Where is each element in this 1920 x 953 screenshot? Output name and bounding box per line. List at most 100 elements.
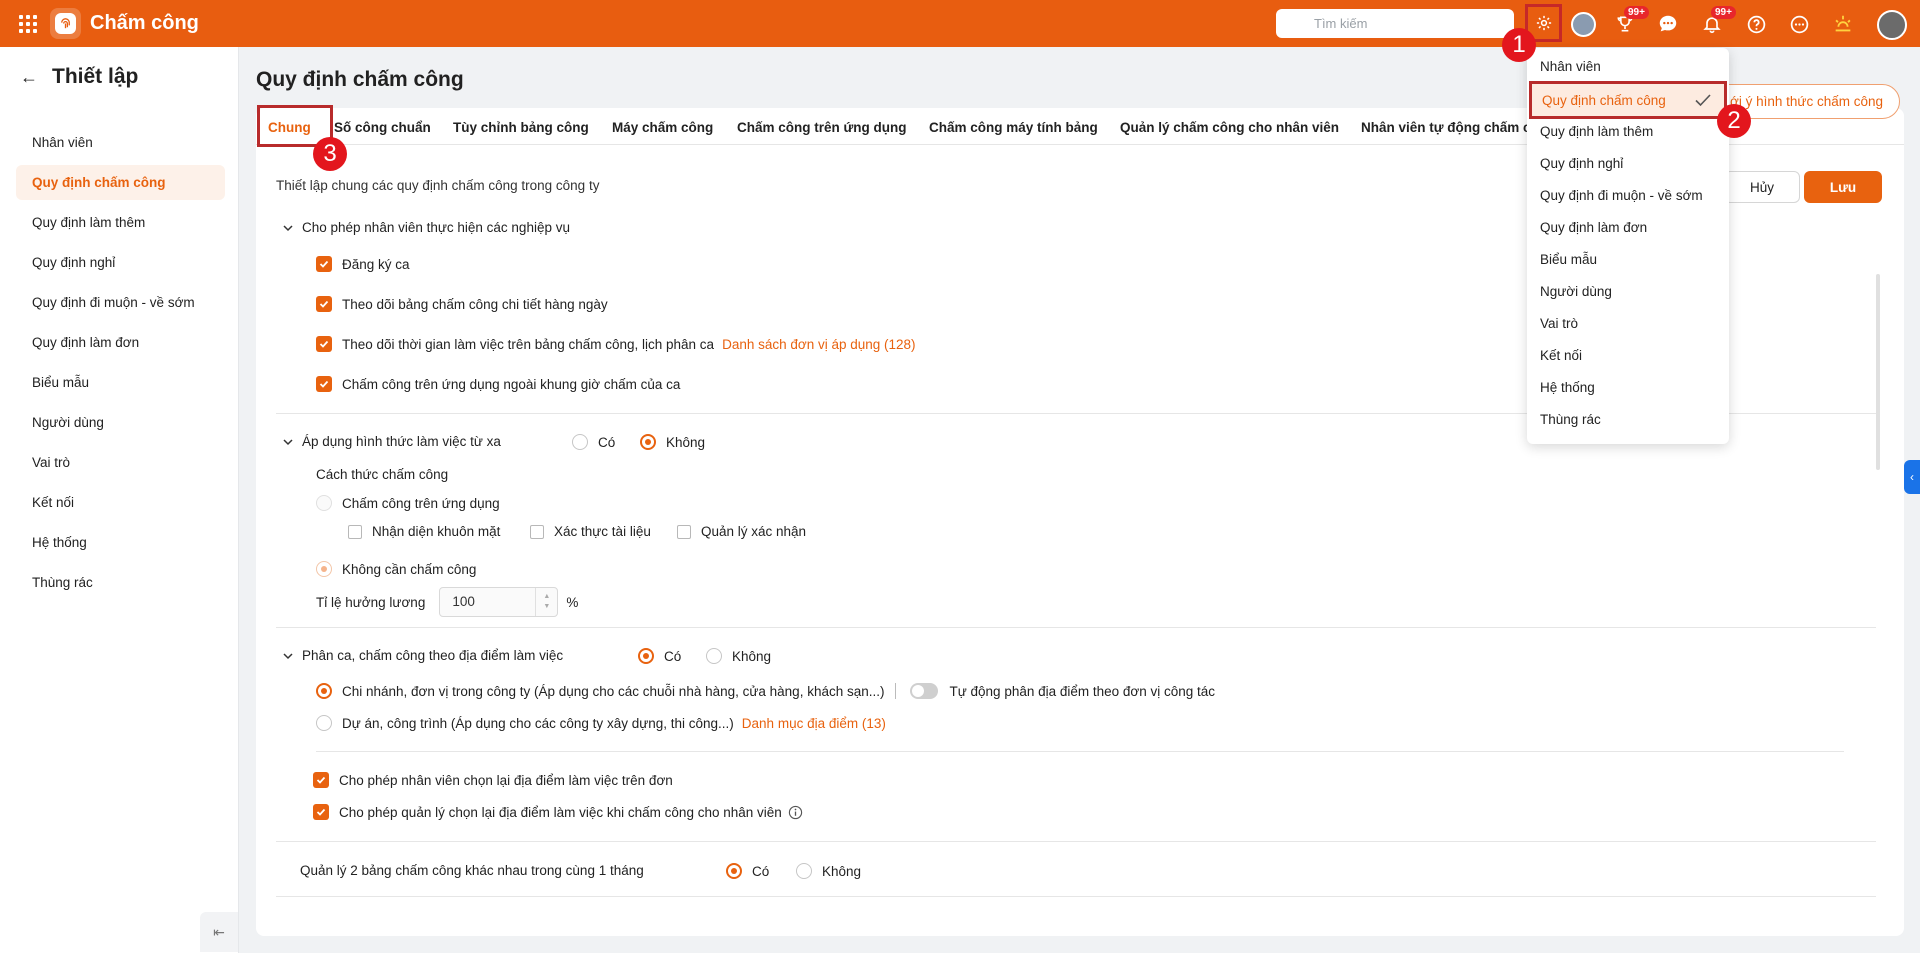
sidebar-item-roles[interactable]: Vai trò bbox=[16, 445, 225, 480]
tab-attendance-machine[interactable]: Máy chấm công bbox=[612, 120, 713, 135]
checkbox-checked-icon bbox=[313, 804, 329, 820]
more-apps-button[interactable] bbox=[1786, 11, 1812, 37]
checkbox-employee-choose-location[interactable]: Cho phép nhân viên chọn lại địa điểm làm… bbox=[313, 772, 673, 788]
section-employee-actions[interactable]: Cho phép nhân viên thực hiện các nghiệp … bbox=[281, 220, 570, 235]
chat-button[interactable] bbox=[1655, 11, 1681, 37]
sidebar-item-system[interactable]: Hệ thống bbox=[16, 525, 225, 560]
notifications-badge: 99+ bbox=[1711, 6, 1736, 19]
expand-panel-icon[interactable]: ‹ bbox=[1904, 460, 1920, 494]
radio-selected-icon bbox=[316, 561, 332, 577]
menu-item-system[interactable]: Hệ thống bbox=[1527, 371, 1729, 403]
info-icon[interactable] bbox=[788, 805, 803, 820]
announcements-button[interactable] bbox=[1830, 11, 1856, 37]
user-avatar-small[interactable] bbox=[1571, 12, 1596, 37]
section-remote-work[interactable]: Áp dụng hình thức làm việc từ xa bbox=[281, 434, 501, 449]
goals-button[interactable]: 99+ bbox=[1612, 6, 1649, 37]
sidebar-item-late-early-rules[interactable]: Quy định đi muộn - về sớm bbox=[16, 285, 225, 320]
checkbox-register-shift[interactable]: Đăng ký ca bbox=[316, 256, 410, 272]
menu-item-late-early-rules[interactable]: Quy định đi muộn - về sớm bbox=[1527, 179, 1729, 211]
checkbox-outside-shift-hours[interactable]: Chấm công trên ứng dụng ngoài khung giờ … bbox=[316, 376, 680, 392]
radio-method-app[interactable]: Chấm công trên ứng dụng bbox=[316, 495, 500, 511]
checkbox-unchecked-icon bbox=[348, 524, 362, 539]
check-icon bbox=[1694, 91, 1712, 112]
sidebar-item-employees[interactable]: Nhân viên bbox=[16, 125, 225, 160]
radio-two-timesheets-no[interactable]: Không bbox=[796, 863, 861, 879]
radio-no-attendance[interactable]: Không cần chấm công bbox=[316, 561, 476, 577]
radio-project[interactable]: Dự án, công trình (Áp dụng cho các công … bbox=[316, 715, 886, 731]
app-title: Chấm công bbox=[90, 12, 199, 34]
menu-item-forms[interactable]: Biểu mẫu bbox=[1527, 243, 1729, 275]
stepper-icon[interactable]: ▲ ▼ bbox=[535, 588, 557, 616]
salary-ratio-input[interactable]: 100 ▲ ▼ bbox=[439, 587, 559, 617]
checkbox-label: Xác thực tài liệu bbox=[554, 524, 651, 539]
user-avatar[interactable] bbox=[1877, 10, 1907, 40]
menu-item-trash[interactable]: Thùng rác bbox=[1527, 403, 1729, 435]
radio-remote-no[interactable]: Không bbox=[640, 434, 705, 450]
sidebar-item-connections[interactable]: Kết nối bbox=[16, 485, 225, 520]
radio-remote-yes[interactable]: Có bbox=[572, 434, 615, 450]
menu-item-leave-rules[interactable]: Quy định nghỉ bbox=[1527, 147, 1729, 179]
save-button[interactable]: Lưu bbox=[1804, 171, 1882, 203]
tab-tablet-attendance[interactable]: Chấm công máy tính bảng bbox=[929, 120, 1098, 135]
checkbox-track-work-time[interactable]: Theo dõi thời gian làm việc trên bảng ch… bbox=[316, 336, 916, 352]
method-label: Cách thức chấm công bbox=[316, 467, 449, 482]
back-arrow-icon[interactable]: ← bbox=[20, 67, 52, 88]
tab-app-attendance[interactable]: Chấm công trên ứng dụng bbox=[737, 120, 907, 135]
sidebar-item-trash[interactable]: Thùng rác bbox=[16, 565, 225, 600]
sidebar-item-users[interactable]: Người dùng bbox=[16, 405, 225, 440]
checkbox-manager-choose-location[interactable]: Cho phép quản lý chọn lại địa điểm làm v… bbox=[313, 804, 803, 820]
tab-auto-attendance[interactable]: Nhân viên tự động chấm c bbox=[1361, 120, 1531, 135]
settings-sidebar: ← Thiết lập Nhân viên Quy định chấm công… bbox=[0, 47, 239, 953]
radio-location-yes[interactable]: Có bbox=[638, 648, 681, 664]
chevron-down-icon bbox=[281, 649, 295, 663]
unit-list-link[interactable]: Danh sách đơn vị áp dụng (128) bbox=[722, 337, 915, 352]
radio-label: Chấm công trên ứng dụng bbox=[342, 495, 500, 511]
checkbox-face-recognition[interactable]: Nhận diện khuôn mặt bbox=[348, 524, 500, 539]
menu-item-connections[interactable]: Kết nối bbox=[1527, 339, 1729, 371]
radio-branch[interactable]: Chi nhánh, đơn vị trong công ty (Áp dụng… bbox=[316, 683, 1215, 699]
sidebar-item-overtime-rules[interactable]: Quy định làm thêm bbox=[16, 205, 225, 240]
cancel-button[interactable]: Hủy bbox=[1724, 171, 1800, 203]
menu-item-employees[interactable]: Nhân viên bbox=[1527, 50, 1729, 82]
radio-location-no[interactable]: Không bbox=[706, 648, 771, 664]
menu-item-roles[interactable]: Vai trò bbox=[1527, 307, 1729, 339]
scrollbar[interactable] bbox=[1876, 274, 1880, 470]
radio-icon bbox=[316, 715, 332, 731]
auto-assign-toggle[interactable] bbox=[909, 683, 938, 699]
notifications-button[interactable]: 99+ bbox=[1699, 6, 1736, 37]
sidebar-item-attendance-rules[interactable]: Quy định chấm công bbox=[16, 165, 225, 200]
radio-two-timesheets-yes[interactable]: Có bbox=[726, 863, 769, 879]
checkbox-manager-confirm[interactable]: Quản lý xác nhận bbox=[677, 524, 806, 539]
tab-customize-timesheet[interactable]: Tùy chỉnh bảng công bbox=[453, 120, 589, 135]
menu-item-attendance-rules[interactable]: Quy định chấm công bbox=[1529, 81, 1727, 119]
radio-label: Không bbox=[666, 434, 706, 450]
app-grid-icon[interactable] bbox=[19, 14, 37, 33]
tab-general[interactable]: Chung bbox=[257, 105, 333, 147]
tab-manage-attendance[interactable]: Quản lý chấm công cho nhân viên bbox=[1120, 120, 1339, 135]
gear-icon bbox=[1536, 15, 1551, 31]
sidebar-item-request-rules[interactable]: Quy định làm đơn bbox=[16, 325, 225, 360]
page-title: Quy định chấm công bbox=[256, 68, 464, 91]
radio-label: Có bbox=[598, 434, 616, 450]
step-marker-2: 2 bbox=[1717, 104, 1751, 138]
radio-selected-icon bbox=[640, 434, 656, 450]
section-location-attendance[interactable]: Phân ca, chấm công theo địa điểm làm việ… bbox=[281, 648, 563, 663]
tab-standard-workdays[interactable]: Số công chuẩn bbox=[334, 120, 431, 135]
help-button[interactable] bbox=[1743, 11, 1769, 37]
checkbox-daily-timesheet[interactable]: Theo dõi bảng chấm công chi tiết hàng ng… bbox=[316, 296, 608, 312]
divider bbox=[276, 627, 1876, 628]
radio-selected-icon bbox=[316, 683, 332, 699]
location-list-link[interactable]: Danh mục địa điểm (13) bbox=[742, 716, 886, 731]
checkbox-checked-icon bbox=[313, 772, 329, 788]
checkbox-unchecked-icon bbox=[677, 524, 691, 539]
collapse-sidebar-icon[interactable]: ⇤ bbox=[200, 912, 238, 952]
sidebar-item-forms[interactable]: Biểu mẫu bbox=[16, 365, 225, 400]
sidebar-item-leave-rules[interactable]: Quy định nghỉ bbox=[16, 245, 225, 280]
menu-item-overtime-rules[interactable]: Quy định làm thêm bbox=[1527, 115, 1729, 147]
checkbox-document-verify[interactable]: Xác thực tài liệu bbox=[530, 524, 651, 539]
menu-item-users[interactable]: Người dùng bbox=[1527, 275, 1729, 307]
search-input[interactable]: Tìm kiếm bbox=[1276, 9, 1514, 38]
salary-ratio-row: Tỉ lệ hưởng lương 100 ▲ ▼ % bbox=[316, 587, 578, 617]
divider bbox=[276, 896, 1876, 897]
menu-item-request-rules[interactable]: Quy định làm đơn bbox=[1527, 211, 1729, 243]
